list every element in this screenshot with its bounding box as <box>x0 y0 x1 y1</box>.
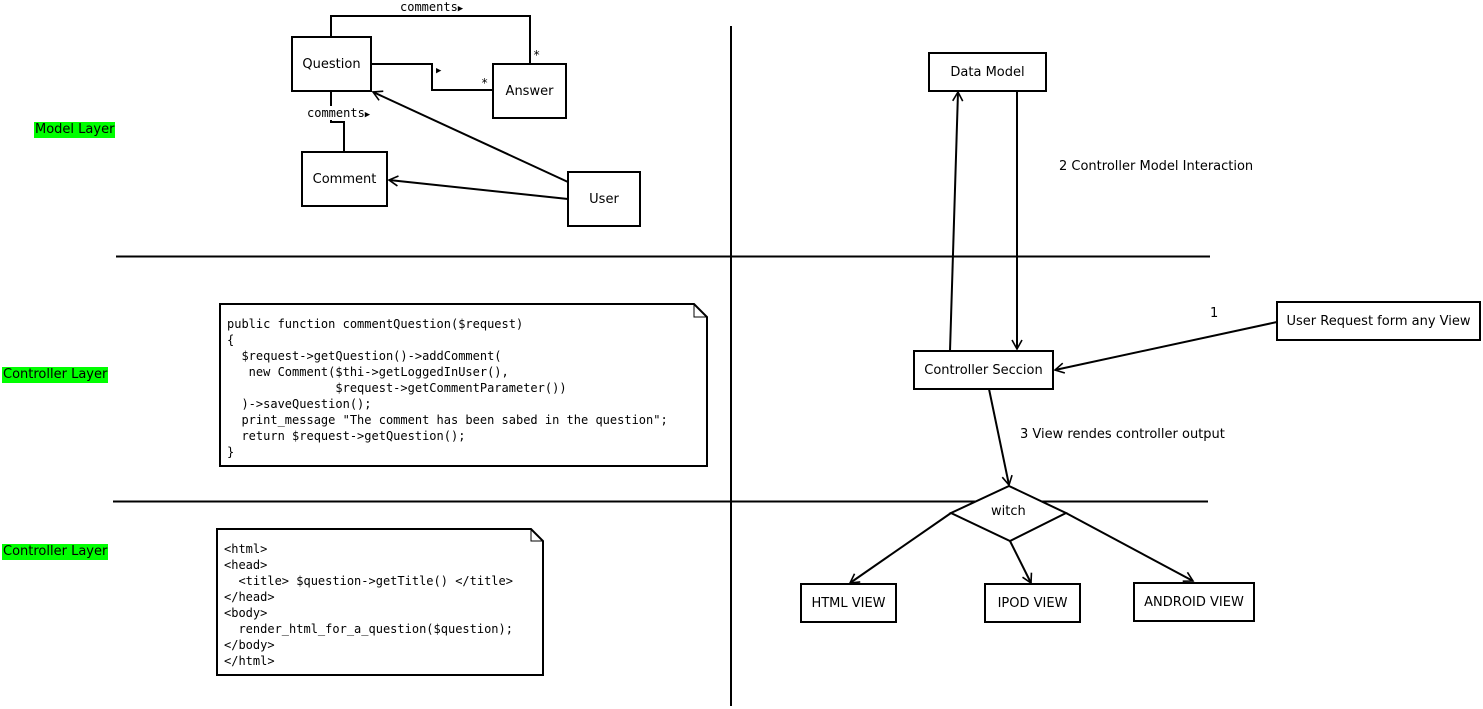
direction-arrow-icon: ▶ <box>457 4 464 14</box>
multiplicity-answer-mid: * <box>481 76 489 90</box>
arrow-switch-to-ipod <box>1009 540 1033 585</box>
multiplicity-answer-top: * <box>533 48 541 62</box>
layer-label-model: Model Layer <box>34 122 116 138</box>
diagram-canvas: Model Layer Controller Layer Controller … <box>0 0 1483 709</box>
user-request-label: User Request form any View <box>1286 313 1471 329</box>
controller-code-note: public function commentQuestion($request… <box>219 303 708 467</box>
class-answer-label: Answer <box>505 83 554 99</box>
data-model-box[interactable]: Data Model <box>928 52 1047 92</box>
ipod-view-box[interactable]: IPOD VIEW <box>984 583 1081 623</box>
direction-arrow-icon: ▶ <box>436 66 442 76</box>
assoc-label-text: comments <box>400 0 458 14</box>
arrow-controller-to-switch <box>988 388 1013 487</box>
assoc-label-text: comments <box>307 106 365 120</box>
html-view-label: HTML VIEW <box>811 595 886 611</box>
arrow-switch-to-html <box>848 512 952 584</box>
arrow-switch-to-android <box>1065 512 1195 582</box>
switch-label: witch <box>991 504 1026 519</box>
step-1-label: 1 <box>1210 306 1219 321</box>
controller-code-block: public function commentQuestion($request… <box>227 317 668 459</box>
class-question[interactable]: Question <box>291 36 372 92</box>
user-request-box[interactable]: User Request form any View <box>1276 301 1481 341</box>
class-user-label: User <box>589 191 619 207</box>
layer-label-controller: Controller Layer <box>2 367 109 383</box>
class-comment[interactable]: Comment <box>301 151 388 207</box>
assoc-user-comment <box>387 175 569 200</box>
arrow-controller-to-datamodel <box>949 90 964 352</box>
arrow-request-to-controller <box>1053 321 1278 374</box>
class-answer[interactable]: Answer <box>492 63 567 119</box>
assoc-question-comment <box>330 91 345 152</box>
direction-arrow-icon: ▶ <box>364 110 371 120</box>
android-view-box[interactable]: ANDROID VIEW <box>1133 582 1255 622</box>
controller-section-box[interactable]: Controller Seccion <box>913 350 1054 390</box>
android-view-label: ANDROID VIEW <box>1144 594 1244 610</box>
layer-label-view: Controller Layer <box>2 544 109 560</box>
class-user[interactable]: User <box>567 171 641 227</box>
step-2-label: 2 Controller Model Interaction <box>1059 159 1254 174</box>
step-3-label: 3 View rendes controller output <box>1020 427 1225 442</box>
data-model-label: Data Model <box>950 64 1025 80</box>
ipod-view-label: IPOD VIEW <box>997 595 1068 611</box>
assoc-label-question-comment: comments▶ <box>307 106 371 120</box>
assoc-question-answer-mid <box>371 63 493 91</box>
view-code-block: <html> <head> <title> $question->getTitl… <box>224 542 513 668</box>
html-view-box[interactable]: HTML VIEW <box>800 583 897 623</box>
view-code-note: <html> <head> <title> $question->getTitl… <box>216 528 544 676</box>
class-question-label: Question <box>302 56 361 72</box>
class-comment-label: Comment <box>312 171 377 187</box>
controller-section-label: Controller Seccion <box>924 362 1043 378</box>
assoc-label-question-answer: comments▶ <box>400 0 463 14</box>
